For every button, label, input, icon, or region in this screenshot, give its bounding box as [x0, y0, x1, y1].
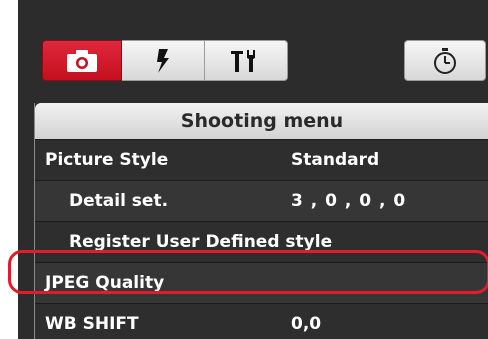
menu-item-value: 0,0: [291, 314, 322, 334]
tab-tools[interactable]: [205, 40, 288, 81]
timer-icon: [434, 47, 456, 74]
menu-item-register-user-style[interactable]: Register User Defined style: [35, 221, 488, 262]
tools-icon: [231, 49, 255, 72]
menu-item-label: JPEG Quality: [45, 273, 165, 293]
timer-button[interactable]: [404, 40, 486, 81]
menu-item-label: WB SHIFT: [45, 314, 139, 334]
menu-item-wb-shift[interactable]: WB SHIFT 0,0: [35, 303, 488, 339]
menu-item-jpeg-quality[interactable]: JPEG Quality: [35, 262, 488, 303]
menu-item-label: Detail set.: [69, 191, 169, 211]
camera-icon: [67, 49, 97, 72]
shooting-menu: Shooting menu Picture Style Standard Det…: [34, 103, 488, 339]
menu-rows: Picture Style Standard Detail set. 3 , 0…: [35, 139, 488, 339]
menu-item-value: Standard: [291, 150, 380, 170]
menu-item-detail-set[interactable]: Detail set. 3 , 0 , 0 , 0: [35, 180, 488, 221]
camera-settings-panel: Shooting menu Picture Style Standard Det…: [18, 0, 488, 339]
tab-shooting[interactable]: [42, 40, 122, 81]
menu-item-label: Picture Style: [45, 150, 169, 170]
menu-tabs: [42, 40, 288, 81]
menu-header: Shooting menu: [35, 103, 488, 139]
tab-flash[interactable]: [122, 40, 205, 81]
menu-item-picture-style[interactable]: Picture Style Standard: [35, 139, 488, 180]
flash-icon: [157, 48, 169, 73]
menu-item-value: 3 , 0 , 0 , 0: [291, 191, 407, 211]
menu-item-label: Register User Defined style: [69, 232, 333, 252]
